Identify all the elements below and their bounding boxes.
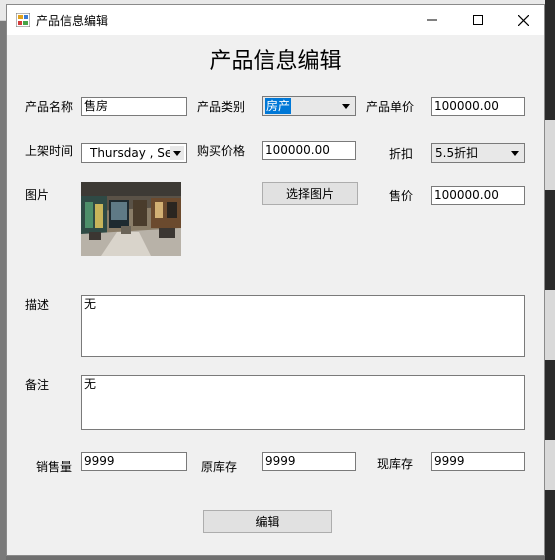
discount-combo[interactable]: 5.5折扣	[431, 143, 525, 163]
image-label: 图片	[25, 188, 50, 202]
sale-price-label: 售价	[389, 189, 414, 203]
current-stock-label: 现库存	[377, 457, 414, 471]
unit-price-label: 产品单价	[366, 100, 415, 114]
remarks-field[interactable]: 无	[81, 375, 525, 430]
current-stock-field[interactable]: 9999	[431, 452, 525, 471]
sale-price-field[interactable]: 100000.00	[431, 186, 525, 205]
calendar-dropdown-icon[interactable]	[170, 146, 184, 160]
product-edit-window: 产品信息编辑 产品信息编辑 产品名称 售房 产品类别 房产 产品单价 10000…	[6, 4, 545, 556]
description-field[interactable]: 无	[81, 295, 525, 357]
close-icon	[517, 14, 529, 26]
edit-button[interactable]: 编辑	[203, 510, 332, 533]
original-stock-label: 原库存	[201, 460, 238, 474]
product-image	[81, 182, 181, 256]
chevron-down-icon[interactable]	[508, 146, 522, 160]
minimize-icon	[427, 19, 437, 21]
maximize-icon	[473, 15, 483, 25]
window-title: 产品信息编辑	[36, 14, 109, 28]
choose-image-button[interactable]: 选择图片	[262, 182, 358, 205]
discount-label: 折扣	[389, 147, 414, 161]
original-stock-field[interactable]: 9999	[262, 452, 356, 471]
sales-volume-field[interactable]: 9999	[81, 452, 187, 471]
page-title: 产品信息编辑	[209, 49, 342, 74]
purchase-price-field[interactable]: 100000.00	[262, 141, 356, 160]
listing-time-picker[interactable]: Thursday , Sept	[81, 143, 187, 163]
product-name-field[interactable]: 售房	[81, 97, 187, 116]
discount-value: 5.5折扣	[435, 146, 479, 160]
listing-time-value: Thursday , Sept	[90, 146, 170, 160]
minimize-button[interactable]	[409, 5, 455, 35]
chevron-down-icon[interactable]	[339, 99, 353, 113]
app-form-icon	[16, 13, 30, 27]
description-label: 描述	[25, 298, 50, 312]
background-right	[545, 0, 555, 560]
close-button[interactable]	[500, 5, 546, 35]
purchase-price-label: 购买价格	[197, 144, 246, 158]
product-category-value: 房产	[265, 98, 292, 114]
sales-volume-label: 销售量	[36, 460, 73, 474]
unit-price-field[interactable]: 100000.00	[431, 97, 525, 116]
title-bar[interactable]: 产品信息编辑	[7, 5, 544, 35]
listing-time-label: 上架时间	[25, 144, 74, 158]
product-category-label: 产品类别	[197, 100, 246, 114]
product-category-combo[interactable]: 房产	[262, 96, 356, 116]
remarks-label: 备注	[25, 378, 50, 392]
product-name-label: 产品名称	[25, 100, 74, 114]
maximize-button[interactable]	[455, 5, 501, 35]
